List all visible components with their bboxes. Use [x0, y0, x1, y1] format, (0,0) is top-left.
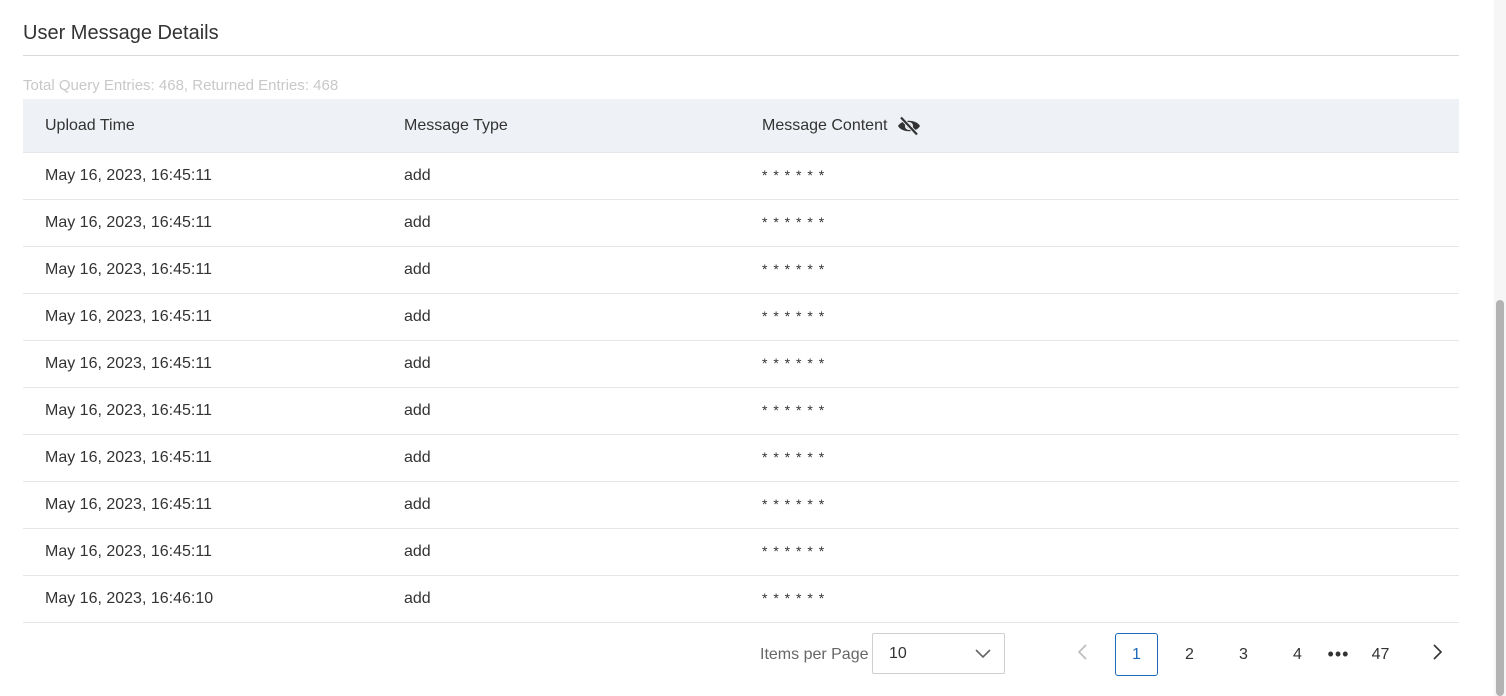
table-header: Upload Time Message Type Message Content	[23, 99, 1459, 153]
upload-time-cell: May 16, 2023, 16:45:11	[45, 543, 212, 560]
table-row: May 16, 2023, 16:46:10 add * * * * * *	[23, 576, 1459, 623]
upload-time-cell: May 16, 2023, 16:45:11	[45, 167, 212, 184]
message-type-cell: add	[404, 167, 431, 184]
message-type-cell: add	[404, 308, 431, 325]
next-page-button[interactable]	[1415, 633, 1458, 676]
message-content-cell: * * * * * *	[762, 355, 826, 371]
pagination: Items per Page 10 1 2 3 4 ••• 47	[0, 633, 1506, 676]
upload-time-cell: May 16, 2023, 16:45:11	[45, 402, 212, 419]
items-per-page-value: 10	[889, 644, 907, 662]
chevron-down-icon	[974, 646, 992, 662]
message-type-cell: add	[404, 496, 431, 513]
page-button-2[interactable]: 2	[1168, 633, 1211, 676]
table-row: May 16, 2023, 16:45:11 add * * * * * *	[23, 153, 1459, 200]
message-content-cell: * * * * * *	[762, 214, 826, 230]
items-per-page-label: Items per Page	[760, 646, 869, 663]
message-table: Upload Time Message Type Message Content…	[23, 99, 1459, 623]
header-message-content: Message Content	[762, 115, 921, 136]
page-button-4[interactable]: 4	[1276, 633, 1319, 676]
message-content-cell: * * * * * *	[762, 543, 826, 559]
table-row: May 16, 2023, 16:45:11 add * * * * * *	[23, 341, 1459, 388]
page-button-3[interactable]: 3	[1222, 633, 1265, 676]
section-title: User Message Details	[23, 22, 219, 44]
message-type-cell: add	[404, 402, 431, 419]
table-row: May 16, 2023, 16:45:11 add * * * * * *	[23, 247, 1459, 294]
vertical-scrollbar[interactable]	[1494, 0, 1506, 696]
table-row: May 16, 2023, 16:45:11 add * * * * * *	[23, 388, 1459, 435]
table-row: May 16, 2023, 16:45:11 add * * * * * *	[23, 200, 1459, 247]
message-content-cell: * * * * * *	[762, 590, 826, 606]
message-content-cell: * * * * * *	[762, 496, 826, 512]
prev-page-button[interactable]	[1061, 633, 1104, 676]
header-upload-time: Upload Time	[45, 116, 135, 134]
message-content-cell: * * * * * *	[762, 308, 826, 324]
title-divider	[23, 55, 1459, 56]
table-row: May 16, 2023, 16:45:11 add * * * * * *	[23, 529, 1459, 576]
message-type-cell: add	[404, 590, 431, 607]
message-type-cell: add	[404, 214, 431, 231]
chevron-left-icon	[1076, 643, 1090, 666]
page-button-last[interactable]: 47	[1359, 633, 1402, 676]
header-message-type: Message Type	[404, 116, 508, 134]
query-summary: Total Query Entries: 468, Returned Entri…	[23, 77, 339, 94]
message-type-cell: add	[404, 355, 431, 372]
upload-time-cell: May 16, 2023, 16:45:11	[45, 355, 212, 372]
upload-time-cell: May 16, 2023, 16:46:10	[45, 590, 214, 607]
page-ellipsis[interactable]: •••	[1317, 633, 1360, 676]
message-content-cell: * * * * * *	[762, 402, 826, 418]
eye-slash-icon[interactable]	[897, 115, 921, 136]
upload-time-cell: May 16, 2023, 16:45:11	[45, 449, 212, 466]
message-content-cell: * * * * * *	[762, 261, 826, 277]
table-row: May 16, 2023, 16:45:11 add * * * * * *	[23, 294, 1459, 341]
message-type-cell: add	[404, 543, 431, 560]
upload-time-cell: May 16, 2023, 16:45:11	[45, 496, 212, 513]
items-per-page-select[interactable]: 10	[872, 633, 1005, 674]
scrollbar-thumb[interactable]	[1496, 300, 1504, 696]
upload-time-cell: May 16, 2023, 16:45:11	[45, 308, 212, 325]
message-type-cell: add	[404, 449, 431, 466]
message-content-cell: * * * * * *	[762, 167, 826, 183]
page-button-1[interactable]: 1	[1115, 633, 1158, 676]
upload-time-cell: May 16, 2023, 16:45:11	[45, 214, 212, 231]
message-type-cell: add	[404, 261, 431, 278]
table-row: May 16, 2023, 16:45:11 add * * * * * *	[23, 482, 1459, 529]
table-row: May 16, 2023, 16:45:11 add * * * * * *	[23, 435, 1459, 482]
upload-time-cell: May 16, 2023, 16:45:11	[45, 261, 212, 278]
header-message-content-label: Message Content	[762, 116, 888, 134]
chevron-right-icon	[1430, 643, 1444, 666]
message-content-cell: * * * * * *	[762, 449, 826, 465]
